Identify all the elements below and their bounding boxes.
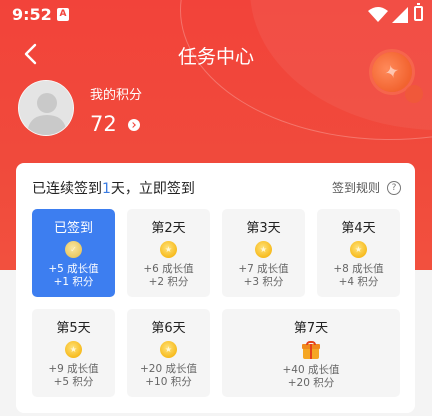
checkin-day-7[interactable]: 第7天 +40 成长值 +20 积分 xyxy=(222,309,400,397)
day-label: 第7天 xyxy=(293,321,329,336)
day-label: 第6天 xyxy=(151,321,186,336)
day-points: +2 积分 xyxy=(148,276,189,288)
checkin-day-5[interactable]: 第5天 ★ +9 成长值 +5 积分 xyxy=(32,309,115,397)
day-label: 第4天 xyxy=(341,221,376,236)
points-value[interactable]: 72 xyxy=(90,112,117,136)
checkin-header-suffix: 天，立即签到 xyxy=(110,181,195,197)
notification-app-icon: A xyxy=(57,8,69,21)
help-icon: ? xyxy=(387,180,401,195)
wifi-icon xyxy=(368,7,388,22)
decor-coin-small-icon xyxy=(405,85,423,103)
chevron-right-icon[interactable] xyxy=(128,119,140,131)
checkin-day-1[interactable]: 已签到 ✓ +5 成长值 +1 积分 xyxy=(32,209,115,297)
coin-icon: ★ xyxy=(160,341,177,358)
page-title: 任务中心 xyxy=(177,46,254,68)
day-points: +10 积分 xyxy=(145,376,192,388)
status-bar: 9:52 A xyxy=(0,0,432,30)
day-label: 第2天 xyxy=(151,221,186,236)
checkin-header: 已连续签到1天，立即签到 xyxy=(32,178,195,198)
checkin-header-prefix: 已连续签到 xyxy=(32,181,102,197)
day-points: +4 积分 xyxy=(338,276,379,288)
coin-icon: ★ xyxy=(255,241,272,258)
day-growth: +20 成长值 xyxy=(140,363,197,375)
day-points: +3 积分 xyxy=(243,276,284,288)
day-label: 已签到 xyxy=(53,221,93,236)
gift-icon xyxy=(302,341,320,359)
checkin-rules-link[interactable]: 签到规则 ? xyxy=(332,179,401,196)
day-points: +5 积分 xyxy=(53,376,94,388)
day-label: 第3天 xyxy=(246,221,281,236)
checkin-day-6[interactable]: 第6天 ★ +20 成长值 +10 积分 xyxy=(127,309,210,397)
avatar[interactable] xyxy=(18,80,74,136)
day-points: +20 积分 xyxy=(287,377,335,389)
points-label: 我的积分 xyxy=(90,88,143,103)
default-user-icon xyxy=(19,81,73,135)
checkin-day-2[interactable]: 第2天 ★ +6 成长值 +2 积分 xyxy=(127,209,210,297)
streak-days: 1 xyxy=(102,181,111,197)
day-growth: +9 成长值 xyxy=(48,363,99,375)
day-label: 第5天 xyxy=(56,321,91,336)
coin-icon: ★ xyxy=(65,341,82,358)
signal-icon xyxy=(392,7,408,23)
day-growth: +8 成长值 xyxy=(333,263,384,275)
checkin-day-4[interactable]: 第4天 ★ +8 成长值 +4 积分 xyxy=(317,209,400,297)
checkin-day-3[interactable]: 第3天 ★ +7 成长值 +3 积分 xyxy=(222,209,305,297)
day-growth: +40 成长值 xyxy=(282,364,340,376)
day-growth: +5 成长值 xyxy=(48,263,99,275)
status-time: 9:52 xyxy=(12,5,52,24)
coin-icon: ★ xyxy=(160,241,177,258)
check-coin-icon: ✓ xyxy=(65,241,82,258)
day-growth: +7 成长值 xyxy=(238,263,289,275)
battery-icon xyxy=(414,3,423,21)
day-points: +1 积分 xyxy=(53,276,94,288)
coin-icon: ★ xyxy=(350,241,367,258)
checkin-card: 已连续签到1天，立即签到 签到规则 ? 已签到 ✓ +5 成长值 +1 积分 第… xyxy=(16,163,415,413)
day-growth: +6 成长值 xyxy=(143,263,194,275)
rules-label: 签到规则 xyxy=(331,181,380,195)
